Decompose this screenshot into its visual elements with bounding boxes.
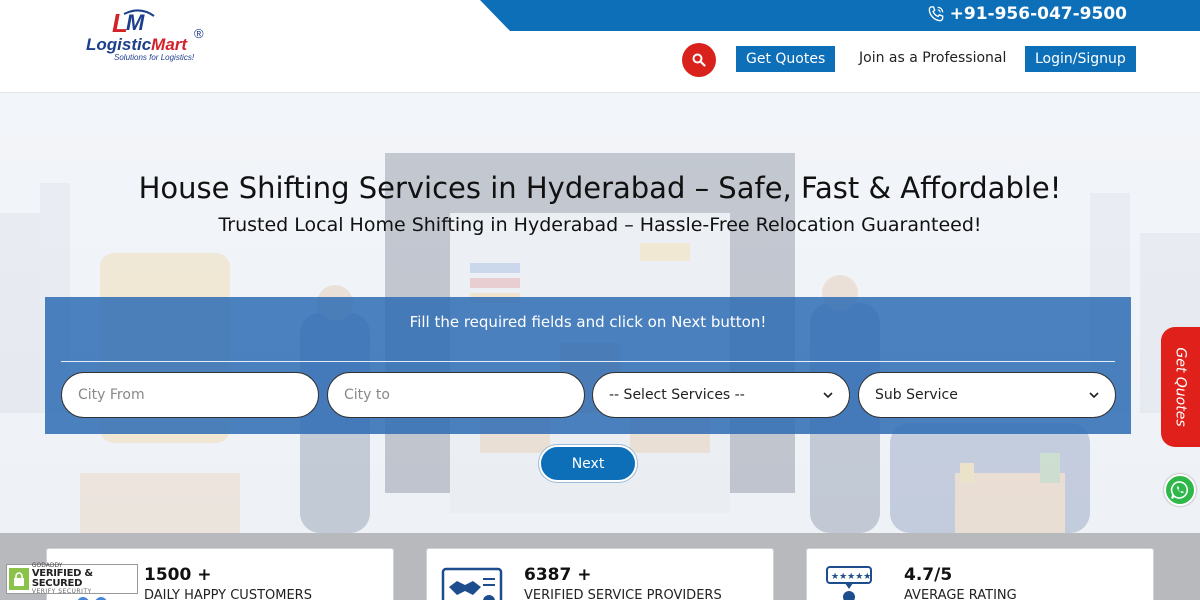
site-header: +91-956-047-9500 L M LogisticMart ® Solu… — [0, 0, 1200, 93]
stat-label: DAILY HAPPY CUSTOMERS — [144, 588, 312, 600]
average-rating-icon: ★★★★★ — [826, 566, 872, 600]
stat-value: 4.7/5 — [904, 565, 953, 585]
stat-label: AVERAGE RATING — [904, 588, 1017, 600]
login-signup-button[interactable]: Login/Signup — [1025, 46, 1136, 72]
registered-mark: ® — [194, 26, 204, 41]
city-to-input[interactable]: City to — [327, 372, 585, 418]
seal-title: VERIFIED & SECURED — [31, 568, 93, 589]
side-get-quotes-tab[interactable]: Get Quotes — [1161, 327, 1200, 447]
search-icon — [692, 53, 706, 67]
seal-text: GODADDY VERIFIED & SECURED VERIFY SECURI… — [32, 563, 135, 595]
services-selected-value: -- Select Services -- — [609, 387, 745, 403]
form-divider — [61, 361, 1115, 362]
form-instructions: Fill the required fields and click on Ne… — [409, 313, 767, 331]
sub-service-selected-value: Sub Service — [875, 387, 958, 403]
logo-wordmark: LogisticMart — [86, 35, 187, 55]
city-from-placeholder: City From — [78, 387, 145, 403]
services-select[interactable]: -- Select Services -- — [592, 372, 850, 418]
svg-text:★★★★★: ★★★★★ — [831, 572, 871, 582]
chevron-down-icon — [1089, 392, 1099, 399]
side-get-quotes-label: Get Quotes — [1172, 347, 1189, 427]
whatsapp-icon — [1170, 481, 1189, 499]
stat-value: 1500 + — [144, 565, 212, 585]
logisticmart-logo[interactable]: L M LogisticMart ® Solutions for Logisti… — [84, 8, 214, 68]
stat-value: 6387 + — [524, 565, 592, 585]
page-subtitle: Trusted Local Home Shifting in Hyderabad… — [218, 214, 982, 236]
godaddy-security-seal[interactable]: GODADDY VERIFIED & SECURED VERIFY SECURI… — [6, 563, 138, 595]
city-from-input[interactable]: City From — [61, 372, 319, 418]
svg-text:M: M — [126, 10, 145, 35]
get-quotes-button[interactable]: Get Quotes — [736, 46, 836, 72]
phone-contact[interactable]: +91-956-047-9500 — [926, 4, 1127, 24]
lm-logo-mark: L M — [112, 8, 155, 38]
quote-request-form: Fill the required fields and click on Ne… — [45, 297, 1131, 434]
logo-brand-logistic: Logistic — [86, 35, 152, 54]
lock-icon — [9, 568, 29, 590]
phone-number[interactable]: +91-956-047-9500 — [950, 4, 1127, 24]
logo-brand-mart: Mart — [151, 35, 188, 54]
phone-icon — [928, 6, 943, 22]
chevron-down-icon — [823, 392, 833, 399]
sub-service-select[interactable]: Sub Service — [858, 372, 1116, 418]
stat-card-rating: ★★★★★ 4.7/5 AVERAGE RATING — [806, 548, 1154, 600]
stat-card-providers: 6387 + VERIFIED SERVICE PROVIDERS — [426, 548, 774, 600]
whatsapp-chat-button[interactable] — [1164, 474, 1196, 506]
search-button[interactable] — [682, 43, 716, 77]
logo-tagline: Solutions for Logistics! — [114, 53, 195, 62]
seal-subtitle: VERIFY SECURITY — [31, 588, 92, 595]
join-as-professional-link[interactable]: Join as a Professional — [859, 50, 1006, 66]
stat-label: VERIFIED SERVICE PROVIDERS — [524, 588, 722, 600]
verified-providers-icon — [441, 567, 503, 600]
next-button[interactable]: Next — [539, 445, 637, 482]
hero-section: House Shifting Services in Hyderabad – S… — [0, 93, 1200, 533]
page-title: House Shifting Services in Hyderabad – S… — [138, 171, 1062, 205]
city-to-placeholder: City to — [344, 387, 390, 403]
